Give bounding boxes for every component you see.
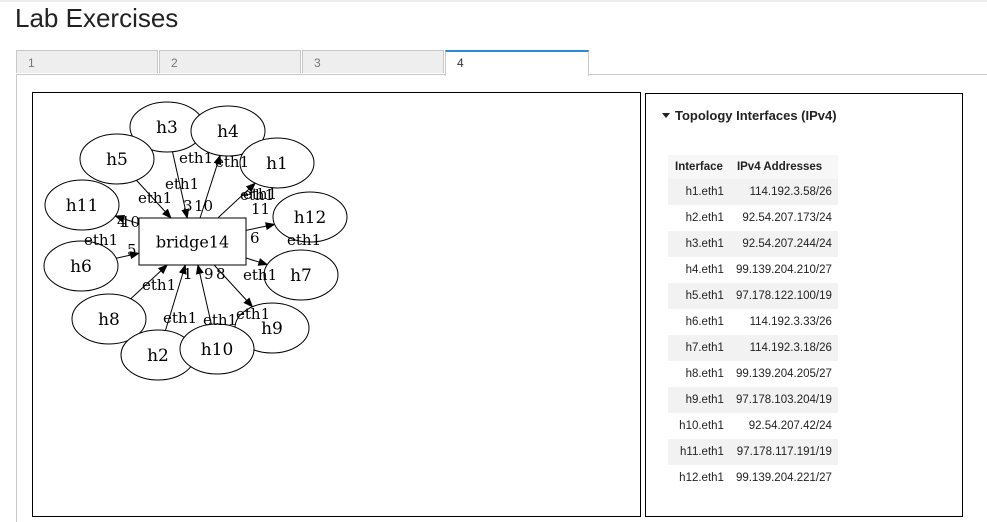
- page-title: Lab Exercises: [15, 3, 179, 33]
- tab-4[interactable]: 4: [445, 50, 589, 76]
- ipv4-address-cell: 97.178.117.191/19: [729, 439, 838, 465]
- host-label: h3: [156, 118, 178, 138]
- tab-1[interactable]: 1: [16, 50, 158, 73]
- host-label: h2: [147, 346, 169, 366]
- table-row: h3.eth1 92.54.207.244/24: [668, 231, 838, 257]
- interface-name-cell: h2.eth1: [668, 205, 730, 231]
- edge-label: eth1: [236, 305, 270, 323]
- port-label: 10: [194, 197, 213, 215]
- table-row: h1.eth1 114.192.3.58/26: [668, 179, 838, 205]
- edge-label: eth1: [215, 153, 249, 171]
- ipv4-address-cell: 97.178.122.100/19: [729, 283, 838, 309]
- top-border: [0, 0, 987, 2]
- port-label: 8: [216, 265, 226, 283]
- host-label: h8: [98, 310, 120, 330]
- ipv4-address-cell: 114.192.3.18/26: [729, 335, 838, 361]
- switch-label: bridge14: [156, 233, 229, 252]
- host-label: h7: [290, 266, 312, 286]
- interface-name-cell: h1.eth1: [668, 179, 730, 205]
- interface-name-cell: h11.eth1: [668, 439, 730, 465]
- interface-name-cell: h6.eth1: [668, 309, 730, 335]
- host-label: h6: [70, 257, 92, 277]
- table-row: h10.eth1 92.54.207.42/24: [668, 413, 838, 439]
- tab-3[interactable]: 3: [302, 50, 444, 73]
- port-label: 9: [204, 265, 214, 283]
- topology-graph: bridge14 h3 h4 h5 h1 h11 h12 h6 h7 h8 h9 h2 h10 eth1…: [32, 92, 641, 517]
- interface-name-cell: h10.eth1: [668, 413, 730, 439]
- ipv4-address-cell: 92.54.207.42/24: [729, 413, 838, 439]
- port-label: 6: [250, 229, 260, 247]
- table-row: h6.eth1 114.192.3.33/26: [668, 309, 838, 335]
- caret-down-icon: [662, 113, 670, 118]
- ipv4-address-cell: 99.139.204.221/27: [729, 465, 838, 491]
- edge-label: eth1: [84, 231, 118, 249]
- interface-name-cell: h7.eth1: [668, 335, 730, 361]
- interface-name-cell: h3.eth1: [668, 231, 730, 257]
- port-label: 1: [183, 265, 193, 283]
- ipv4-address-cell: 114.192.3.58/26: [729, 179, 838, 205]
- edge-label: eth1: [163, 309, 197, 327]
- edge-label: eth1: [243, 266, 277, 284]
- interfaces-toggle[interactable]: Topology Interfaces (IPv4): [662, 108, 837, 123]
- ipv4-address-cell: 99.139.204.205/27: [729, 361, 838, 387]
- host-label: h11: [66, 196, 99, 216]
- interface-name-cell: h8.eth1: [668, 361, 730, 387]
- ipv4-address-cell: 97.178.103.204/19: [729, 387, 838, 413]
- interface-name-cell: h9.eth1: [668, 387, 730, 413]
- port-label: 10: [121, 213, 140, 231]
- port-label: 11: [251, 200, 270, 218]
- interface-name-cell: h4.eth1: [668, 257, 730, 283]
- table-row: h2.eth1 92.54.207.173/24: [668, 205, 838, 231]
- port-label: 3: [183, 197, 193, 215]
- interface-name-cell: h12.eth1: [668, 465, 730, 491]
- table-row: h7.eth1 114.192.3.18/26: [668, 335, 838, 361]
- host-label: h12: [294, 208, 327, 228]
- edge-label: eth1: [179, 149, 213, 167]
- host-label: h1: [266, 154, 288, 174]
- host-label: h5: [106, 150, 128, 170]
- tab-bar: 1 2 3 4: [16, 50, 987, 76]
- edge-label: eth1: [138, 189, 172, 207]
- ipv4-address-cell: 99.139.204.210/27: [729, 257, 838, 283]
- edge-label: eth1: [287, 231, 321, 249]
- ipv4-address-cell: 114.192.3.33/26: [729, 309, 838, 335]
- table-row: h8.eth1 99.139.204.205/27: [668, 361, 838, 387]
- column-header-interface: Interface: [668, 155, 730, 179]
- table-row: h4.eth1 99.139.204.210/27: [668, 257, 838, 283]
- host-label: h4: [217, 122, 239, 142]
- ipv4-address-cell: 92.54.207.244/24: [729, 231, 838, 257]
- edge-label: eth1: [142, 276, 176, 294]
- ipv4-address-cell: 92.54.207.173/24: [729, 205, 838, 231]
- port-label: 5: [127, 241, 137, 259]
- topology-graph-svg: bridge14h3 h4h5 h1h11h12h6 h7h8 h9h2 h10 eth1…: [43, 101, 348, 381]
- interfaces-table: Interface IPv4 Addresses h1.eth1 114.192.…: [668, 155, 838, 491]
- table-row: h11.eth1 97.178.117.191/19: [668, 439, 838, 465]
- link-h7: [245, 257, 269, 266]
- edge-label: eth1: [203, 311, 237, 329]
- tab-2[interactable]: 2: [159, 50, 301, 73]
- interface-name-cell: h5.eth1: [668, 283, 730, 309]
- host-label: h10: [201, 340, 234, 360]
- topology-interfaces-panel: Topology Interfaces (IPv4) Interface IPv…: [645, 93, 963, 517]
- table-row: h5.eth1 97.178.122.100/19: [668, 283, 838, 309]
- table-row: h12.eth1 99.139.204.221/27: [668, 465, 838, 491]
- column-header-ipv4: IPv4 Addresses: [729, 155, 838, 179]
- table-row: h9.eth1 97.178.103.204/19: [668, 387, 838, 413]
- interfaces-heading: Topology Interfaces (IPv4): [675, 108, 837, 123]
